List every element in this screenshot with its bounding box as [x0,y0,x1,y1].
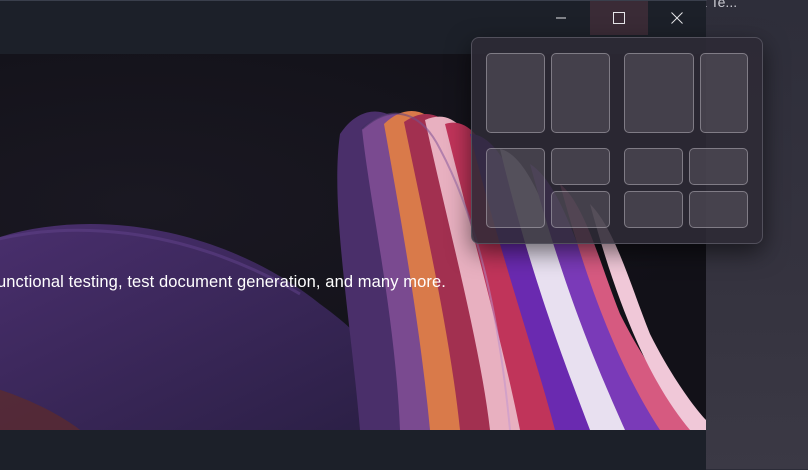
snap-zone[interactable] [551,53,610,133]
minimize-icon [556,17,566,19]
hero-description: unctional testing, test document generat… [0,273,446,291]
snap-zone[interactable] [624,148,683,185]
snap-layouts-flyout [471,37,763,244]
snap-zone[interactable] [700,53,748,133]
title-bar[interactable] [0,1,706,35]
snap-zone[interactable] [551,191,610,228]
snap-zone[interactable] [689,191,748,228]
close-button[interactable] [648,1,706,35]
snap-zone[interactable] [551,148,610,185]
snap-zone[interactable] [689,148,748,185]
close-icon [671,12,683,24]
snap-zone[interactable] [624,53,694,133]
snap-zone[interactable] [486,148,545,228]
snap-zone[interactable] [624,191,683,228]
minimize-button[interactable] [532,1,590,35]
snap-zone[interactable] [486,53,545,133]
maximize-button[interactable] [590,1,648,35]
maximize-icon [613,12,625,24]
bottom-bar [0,430,706,470]
